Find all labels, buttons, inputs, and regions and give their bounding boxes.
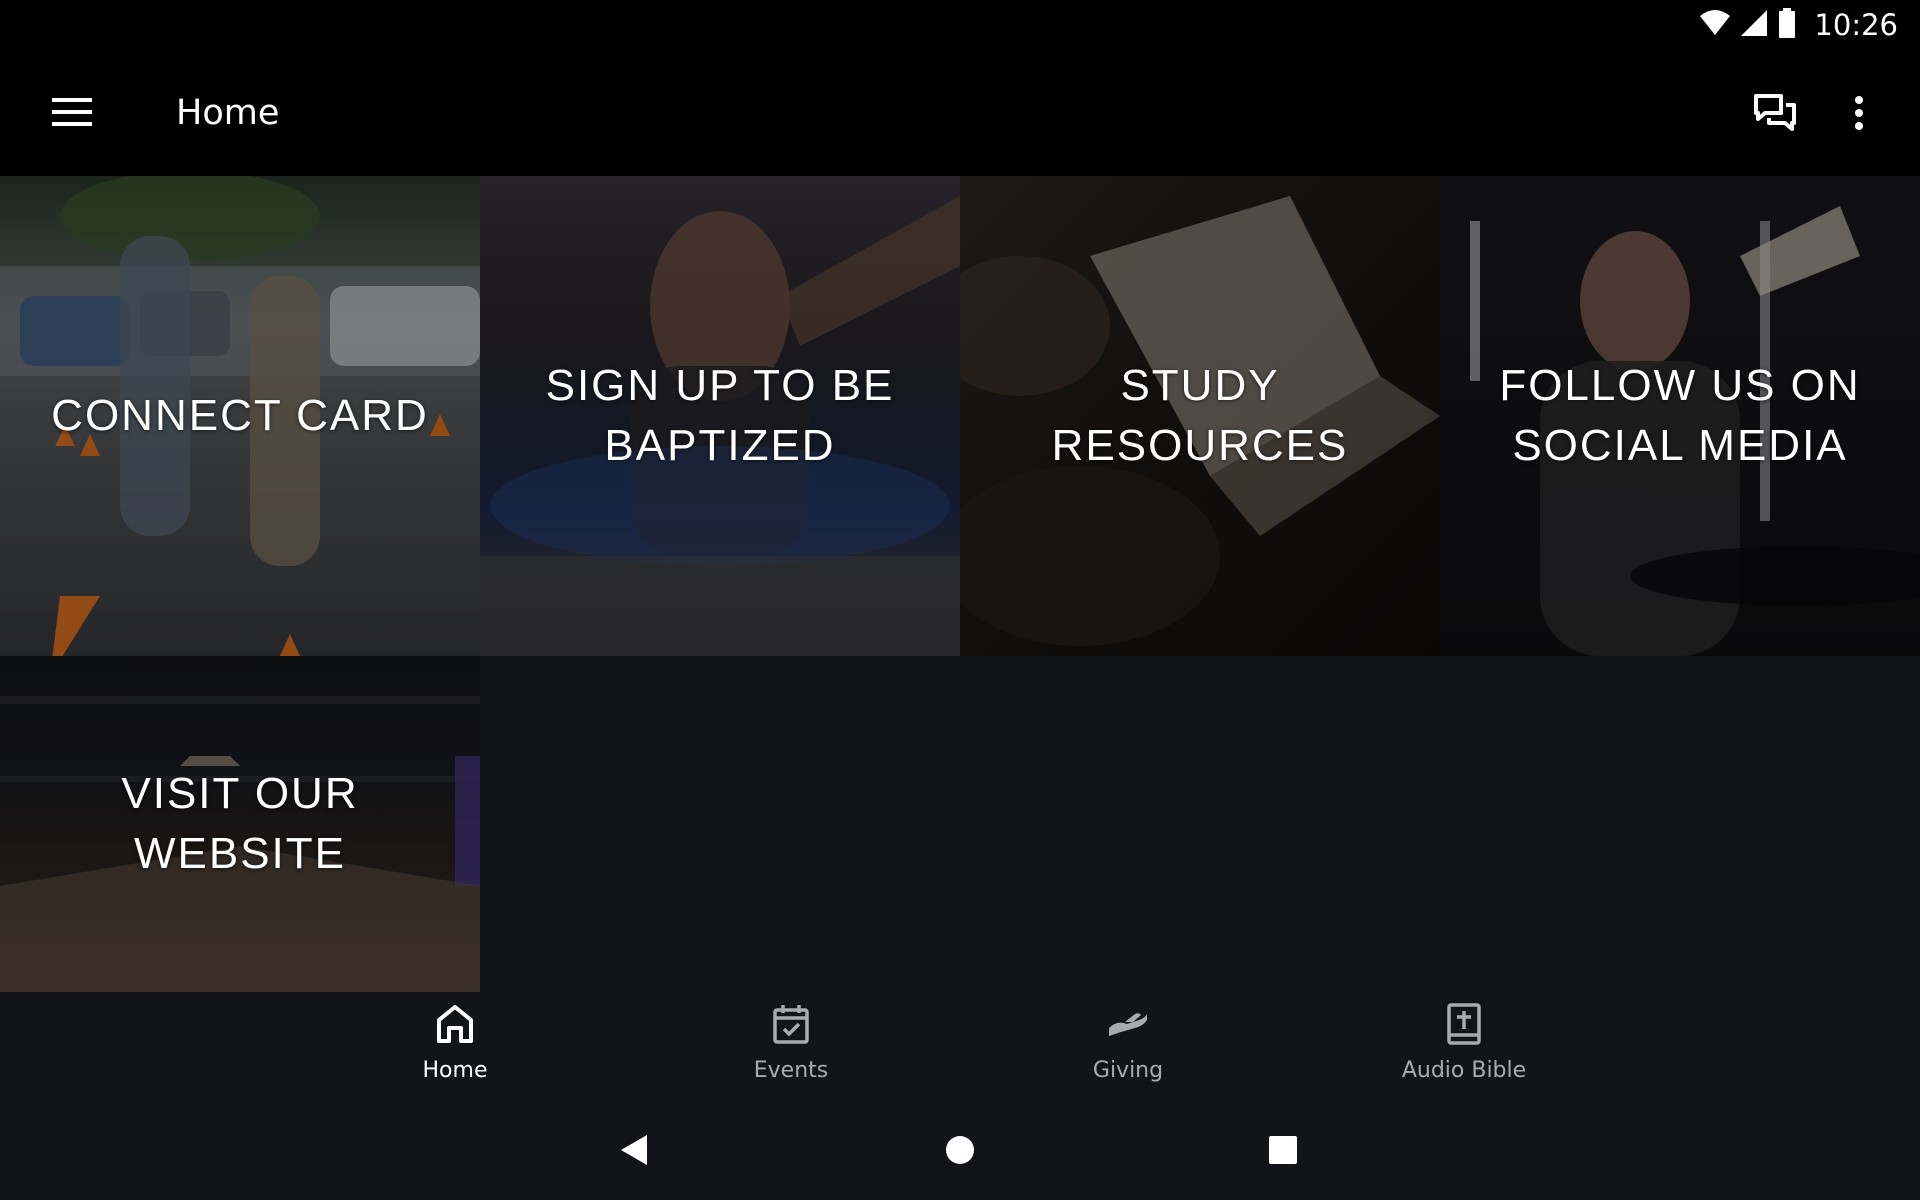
more-vert-icon [1854,95,1864,135]
system-back-button[interactable] [599,1124,669,1180]
battery-icon [1778,7,1796,43]
more-options-button[interactable] [1824,80,1894,150]
system-home-button[interactable] [925,1124,995,1180]
nav-label: Events [753,1058,829,1083]
nav-label: Giving [1092,1058,1164,1083]
chat-button[interactable] [1740,80,1810,150]
nav-item-events[interactable]: Events [681,998,901,1098]
page-title: Home [176,93,280,133]
nav-label: Audio Bible [1401,1058,1527,1083]
chat-icon [1753,93,1797,138]
tile-label: FOLLOW US ON SOCIAL MEDIA [1499,361,1861,470]
giving-hand-icon [1107,998,1149,1050]
menu-button[interactable] [36,78,108,150]
tile-label: SIGN UP TO BE BAPTIZED [545,361,895,470]
cell-signal-icon [1740,9,1768,42]
status-icons: 10:26 [1700,7,1898,43]
home-circle-icon [945,1135,975,1170]
recents-icon [1268,1135,1298,1170]
nav-item-giving[interactable]: Giving [1018,998,1238,1098]
tile-connect-card[interactable]: CONNECT CARD [0,176,480,656]
home-icon [436,998,474,1050]
status-time: 10:26 [1814,8,1898,42]
bible-icon [1446,998,1482,1050]
bottom-nav: Home Events Giving Audio Bible [0,992,1920,1102]
status-bar: 10:26 [0,0,1920,50]
nav-label: Home [422,1058,488,1083]
menu-icon [52,97,92,132]
wifi-icon [1700,9,1731,41]
home-content: CONNECT CARD SIGN UP TO BE BAPTIZED STUD… [0,176,1920,992]
tile-baptism[interactable]: SIGN UP TO BE BAPTIZED [480,176,960,656]
tile-label: STUDY RESOURCES [1051,361,1349,470]
tile-label: VISIT OUR WEBSITE [121,769,359,878]
tile-website[interactable]: VISIT OUR WEBSITE [0,656,480,992]
tile-social-media[interactable]: FOLLOW US ON SOCIAL MEDIA [1440,176,1920,656]
tile-label: CONNECT CARD [51,391,429,440]
nav-item-audio-bible[interactable]: Audio Bible [1354,998,1574,1098]
app-bar: Home [0,50,1920,176]
calendar-check-icon [772,998,810,1050]
tile-study-resources[interactable]: STUDY RESOURCES [960,176,1440,656]
system-nav-bar [0,1102,1920,1200]
nav-item-home[interactable]: Home [345,998,565,1098]
back-icon [619,1133,649,1172]
system-recents-button[interactable] [1248,1124,1318,1180]
